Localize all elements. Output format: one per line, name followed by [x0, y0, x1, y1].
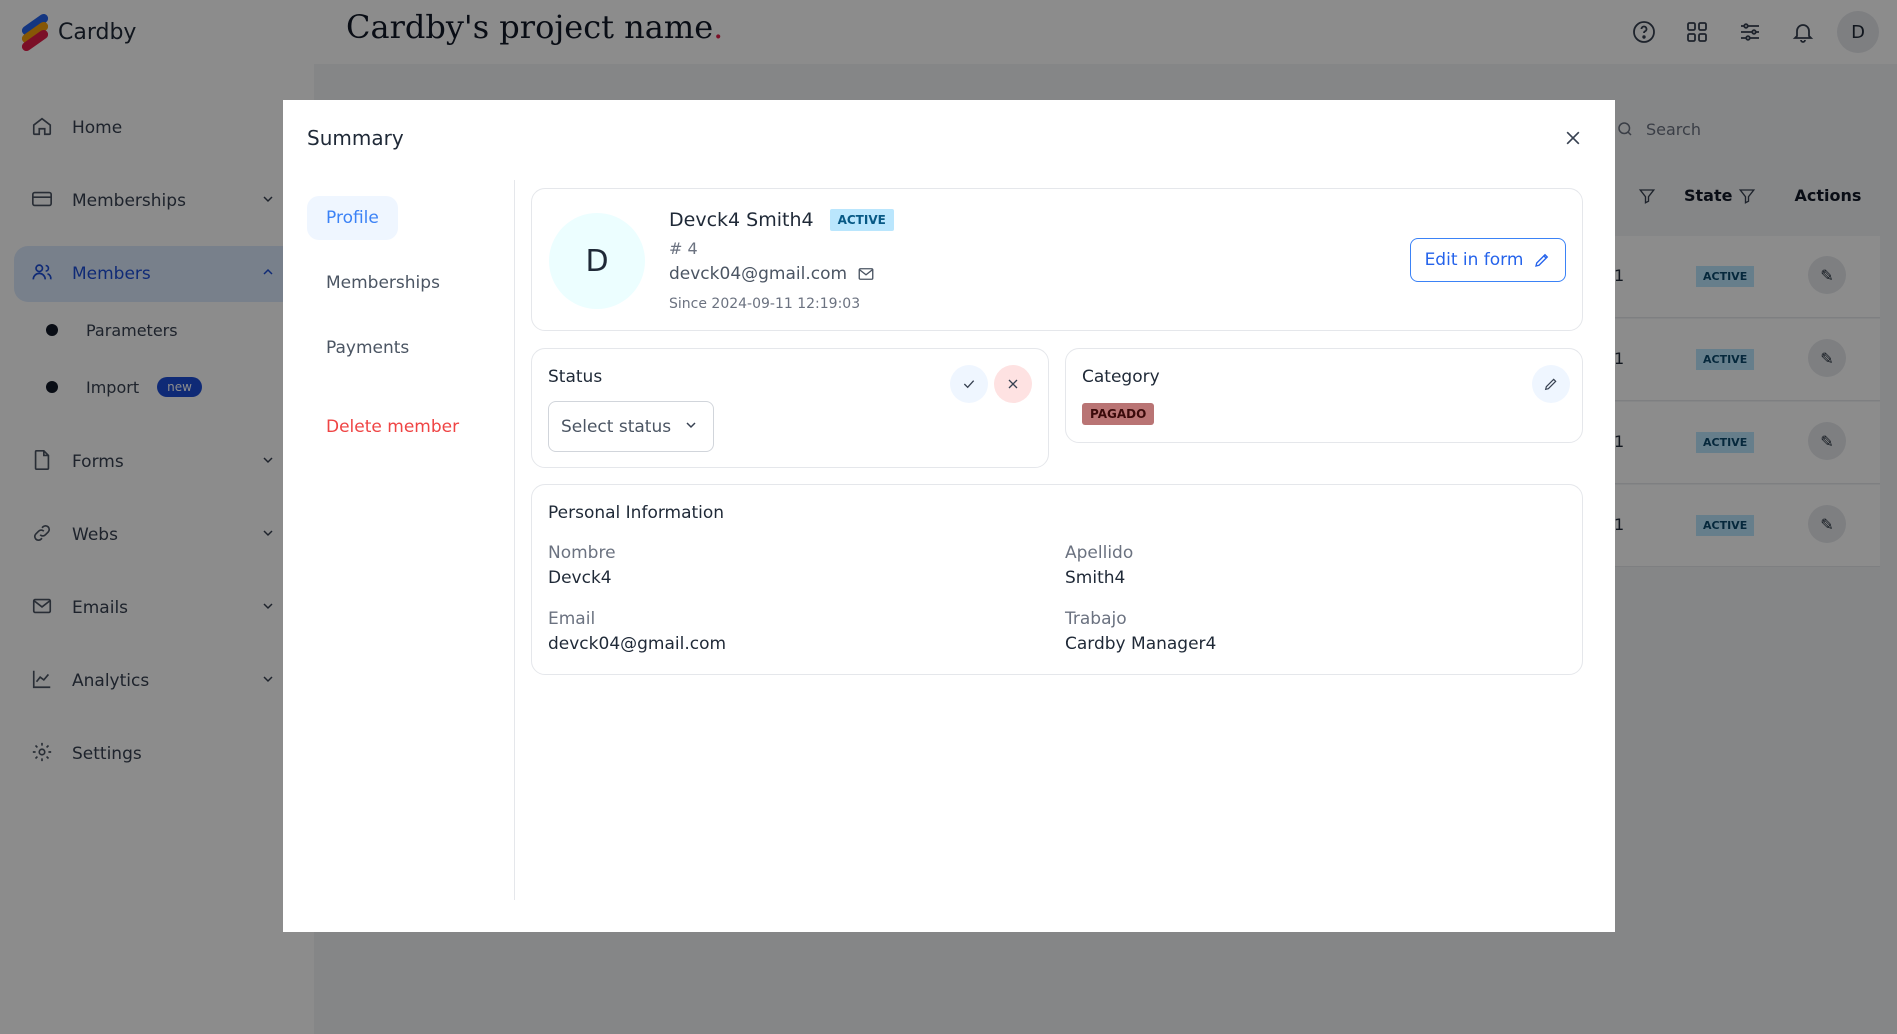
field-value-trabajo: Cardby Manager4: [1065, 634, 1217, 654]
field-label-email: Email: [548, 609, 596, 629]
status-select[interactable]: Select status: [548, 401, 714, 452]
member-name-row: Devck4 Smith4 ACTIVE: [669, 209, 894, 231]
member-id: # 4: [669, 239, 698, 258]
edit-in-form-button[interactable]: Edit in form: [1410, 238, 1566, 282]
category-card: Category PAGADO: [1065, 348, 1583, 443]
category-heading: Category: [1082, 367, 1160, 387]
summary-modal: Summary Profile Memberships Payments Del…: [283, 100, 1615, 932]
pencil-icon: [1544, 378, 1557, 391]
modal-tab-payments[interactable]: Payments: [307, 326, 428, 370]
close-icon: [1008, 379, 1018, 389]
pencil-icon: [1535, 253, 1549, 267]
field-label-nombre: Nombre: [548, 543, 616, 563]
edit-in-form-label: Edit in form: [1424, 250, 1524, 270]
chevron-down-icon: [683, 417, 699, 437]
close-icon: [1566, 131, 1580, 145]
member-name: Devck4 Smith4: [669, 209, 814, 231]
delete-member-button[interactable]: Delete member: [307, 405, 478, 449]
personal-info-card: Personal Information Nombre Devck4 Apell…: [531, 484, 1583, 675]
member-email: devck04@gmail.com: [669, 264, 848, 284]
modal-tab-profile[interactable]: Profile: [307, 196, 398, 240]
confirm-status-button[interactable]: [950, 365, 988, 403]
profile-card: D Devck4 Smith4 ACTIVE # 4 devck04@gmail…: [531, 188, 1583, 331]
mail-icon[interactable]: [857, 265, 875, 283]
field-value-email: devck04@gmail.com: [548, 634, 727, 654]
modal-tab-memberships[interactable]: Memberships: [307, 261, 459, 305]
close-button[interactable]: [1559, 124, 1587, 152]
status-card: Status Select status: [531, 348, 1049, 468]
member-email-row: devck04@gmail.com: [669, 264, 875, 284]
edit-category-button[interactable]: [1532, 365, 1570, 403]
category-badge: PAGADO: [1082, 403, 1155, 425]
field-value-apellido: Smith4: [1065, 568, 1126, 588]
status-select-placeholder: Select status: [561, 416, 672, 437]
member-since: Since 2024-09-11 12:19:03: [669, 296, 861, 312]
member-avatar: D: [549, 213, 645, 309]
field-value-nombre: Devck4: [548, 568, 612, 588]
modal-title: Summary: [307, 126, 404, 150]
status-badge: ACTIVE: [829, 209, 894, 231]
status-heading: Status: [548, 367, 603, 387]
personal-info-heading: Personal Information: [548, 503, 725, 523]
check-icon: [963, 380, 975, 389]
cancel-status-button[interactable]: [994, 365, 1032, 403]
field-label-apellido: Apellido: [1065, 543, 1134, 563]
field-label-trabajo: Trabajo: [1065, 609, 1127, 629]
modal-nav: Profile Memberships Payments Delete memb…: [283, 180, 515, 900]
